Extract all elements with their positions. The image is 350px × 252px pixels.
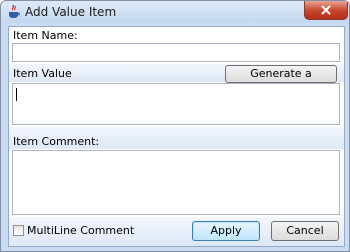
close-button[interactable]	[304, 1, 348, 20]
window-title: Add Value Item	[25, 5, 117, 19]
close-icon	[321, 5, 331, 15]
apply-button[interactable]: Apply	[192, 221, 260, 241]
title-bar[interactable]: Add Value Item	[1, 1, 349, 23]
cancel-button[interactable]: Cancel	[271, 221, 339, 241]
text-caret	[16, 88, 17, 101]
generate-password-button[interactable]: Generate a Password	[225, 65, 337, 96]
multiline-checkbox[interactable]	[13, 225, 24, 236]
item-name-label: Item Name:	[13, 29, 78, 42]
item-value-label: Item Value	[13, 67, 72, 80]
item-name-field[interactable]	[12, 43, 340, 62]
item-comment-label: Item Comment:	[13, 135, 100, 148]
add-value-item-dialog: Add Value Item Item Name: Item Value Gen…	[0, 0, 350, 252]
java-cup-icon	[7, 4, 21, 20]
multiline-label[interactable]: MultiLine Comment	[27, 224, 134, 237]
dialog-content: Item Name: Item Value Generate a Passwor…	[8, 26, 345, 247]
item-value-field[interactable]	[12, 83, 340, 125]
item-comment-field[interactable]	[12, 150, 340, 215]
